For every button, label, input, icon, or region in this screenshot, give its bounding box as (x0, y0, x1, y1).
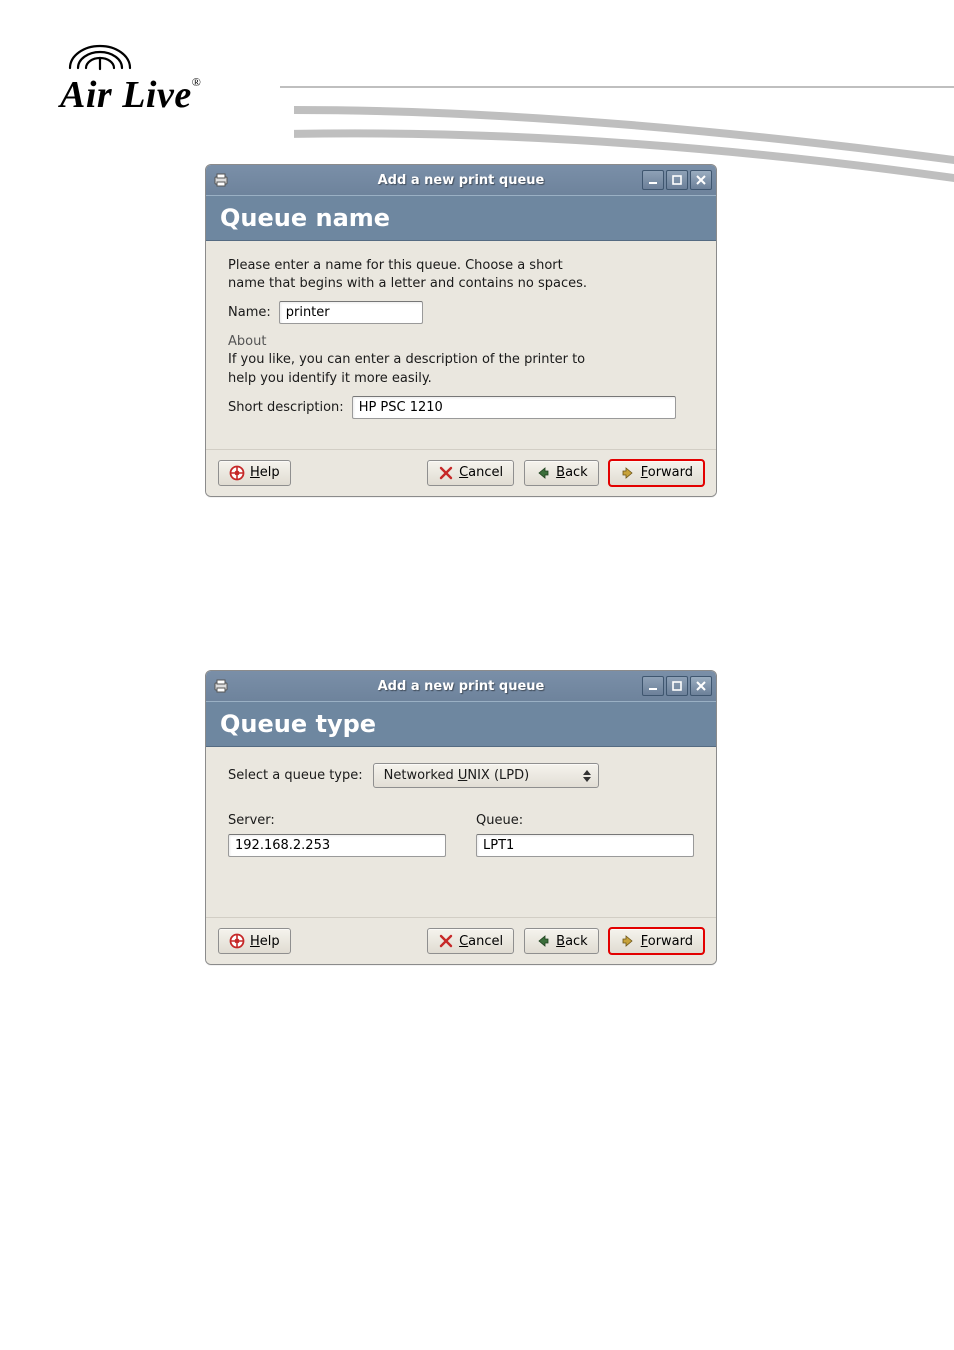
cancel-button[interactable]: Cancel (427, 460, 514, 486)
help-label-mn: H (250, 465, 260, 480)
cancel-icon (438, 465, 454, 481)
server-label: Server: (228, 813, 446, 828)
close-button[interactable] (690, 170, 712, 190)
queue-type-dialog: Add a new print queue Queue type Select … (205, 670, 717, 965)
back-button[interactable]: Back (524, 460, 599, 486)
section-header: Queue name (206, 195, 716, 241)
section-header: Queue type (206, 701, 716, 747)
about-text: If you like, you can enter a description… (228, 351, 588, 387)
queue-type-value: Networked UNIX (LPD) (384, 768, 530, 783)
queue-label: Queue: (476, 813, 694, 828)
help-icon (229, 933, 245, 949)
about-label: About (228, 334, 694, 349)
window-title: Add a new print queue (206, 679, 716, 694)
header-divider (280, 86, 954, 88)
airlive-logo-text: Air Live® (60, 76, 280, 114)
airlive-logo: Air Live® (60, 36, 280, 114)
queue-type-label: Select a queue type: (228, 768, 363, 783)
help-button[interactable]: Help (218, 928, 291, 954)
airlive-signal-icon (60, 36, 140, 72)
short-description-label: Short description: (228, 400, 344, 415)
short-description-input[interactable] (352, 396, 676, 419)
window-title: Add a new print queue (206, 173, 716, 188)
maximize-button[interactable] (666, 170, 688, 190)
help-label-rest: elp (260, 465, 280, 480)
cancel-icon (438, 933, 454, 949)
close-button[interactable] (690, 676, 712, 696)
help-button[interactable]: Help (218, 460, 291, 486)
name-label: Name: (228, 305, 271, 320)
help-icon (229, 465, 245, 481)
printer-icon (212, 171, 230, 189)
maximize-button[interactable] (666, 676, 688, 696)
minimize-button[interactable] (642, 170, 664, 190)
forward-button[interactable]: Forward (609, 460, 704, 486)
queue-input[interactable] (476, 834, 694, 857)
queue-name-dialog: Add a new print queue Queue name Please … (205, 164, 717, 497)
printer-icon (212, 677, 230, 695)
dialog-content: Select a queue type: Networked UNIX (LPD… (206, 747, 716, 917)
forward-arrow-icon (620, 933, 636, 949)
back-button[interactable]: Back (524, 928, 599, 954)
forward-button[interactable]: Forward (609, 928, 704, 954)
select-stepper-icon (580, 768, 594, 784)
back-arrow-icon (535, 465, 551, 481)
titlebar[interactable]: Add a new print queue (206, 671, 716, 701)
cancel-button[interactable]: Cancel (427, 928, 514, 954)
server-input[interactable] (228, 834, 446, 857)
forward-arrow-icon (620, 465, 636, 481)
minimize-button[interactable] (642, 676, 664, 696)
back-arrow-icon (535, 933, 551, 949)
name-instruction: Please enter a name for this queue. Choo… (228, 257, 588, 293)
dialog-content: Please enter a name for this queue. Choo… (206, 241, 716, 449)
name-input[interactable] (279, 301, 423, 324)
button-bar: Help Cancel Back Forward (206, 917, 716, 964)
queue-type-select[interactable]: Networked UNIX (LPD) (373, 763, 599, 788)
titlebar[interactable]: Add a new print queue (206, 165, 716, 195)
button-bar: Help Cancel Back Forward (206, 449, 716, 496)
